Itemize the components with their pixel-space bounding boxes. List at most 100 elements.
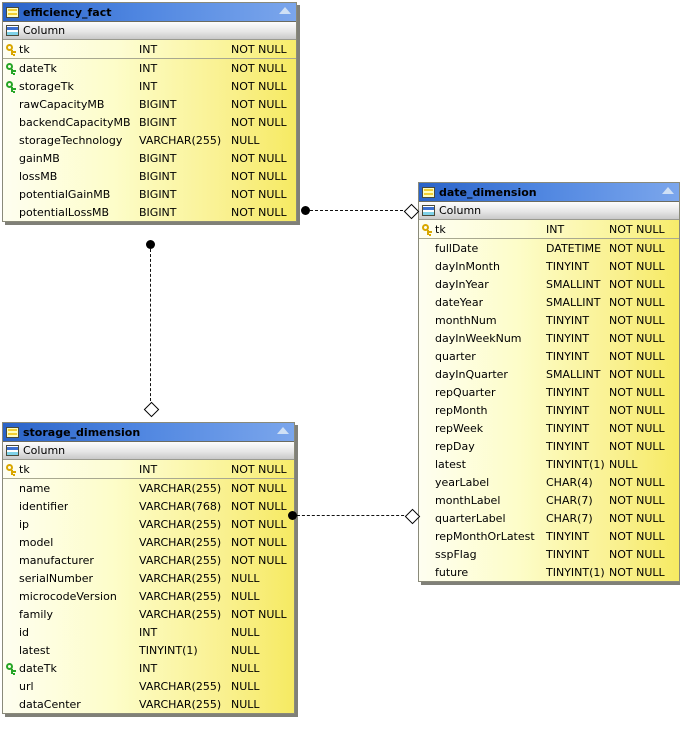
column-row[interactable]: repWeek TINYINT NOT NULL	[419, 419, 679, 437]
column-name: sspFlag	[435, 547, 477, 561]
column-name: dateYear	[435, 295, 484, 309]
column-row[interactable]: dayInWeekNum TINYINT NOT NULL	[419, 329, 679, 347]
primary-key-icon	[421, 223, 433, 236]
column-row[interactable]: gainMB BIGINT NOT NULL	[3, 149, 296, 167]
column-name: quarter	[435, 349, 476, 363]
column-row[interactable]: sspFlag TINYINT NOT NULL	[419, 545, 679, 563]
column-row[interactable]: dayInYear SMALLINT NOT NULL	[419, 275, 679, 293]
column-type: DATETIME	[546, 241, 602, 255]
column-section-header[interactable]: Column	[3, 442, 294, 460]
column-row[interactable]: future TINYINT(1) NOT NULL	[419, 563, 679, 581]
table-title-bar[interactable]: storage_dimension	[3, 423, 294, 442]
column-row[interactable]: name VARCHAR(255) NOT NULL	[3, 479, 294, 497]
column-row[interactable]: id INT NULL	[3, 623, 294, 641]
table-title-bar[interactable]: efficiency_fact	[3, 3, 296, 22]
column-row[interactable]: storageTk INT NOT NULL	[3, 77, 296, 95]
column-name: future	[435, 565, 469, 579]
column-row[interactable]: repMonth TINYINT NOT NULL	[419, 401, 679, 419]
column-row[interactable]: potentialGainMB BIGINT NOT NULL	[3, 185, 296, 203]
column-row[interactable]: latest TINYINT(1) NULL	[3, 641, 294, 659]
column-key-slot	[3, 43, 19, 56]
column-nullable: NOT NULL	[609, 331, 665, 345]
column-section-header[interactable]: Column	[419, 202, 679, 220]
column-row[interactable]: manufacturer VARCHAR(255) NOT NULL	[3, 551, 294, 569]
column-nullable: NOT NULL	[231, 97, 287, 111]
column-icon	[6, 25, 19, 36]
column-row[interactable]: lossMB BIGINT NOT NULL	[3, 167, 296, 185]
column-nullable: NOT NULL	[231, 553, 287, 567]
column-row[interactable]: repQuarter TINYINT NOT NULL	[419, 383, 679, 401]
column-type: TINYINT	[546, 259, 590, 273]
column-row[interactable]: latest TINYINT(1) NULL	[419, 455, 679, 473]
column-row[interactable]: dateTk INT NULL	[3, 659, 294, 677]
relationship-target-marker	[403, 203, 420, 220]
column-type: TINYINT	[546, 547, 590, 561]
column-row[interactable]: tk INT NOT NULL	[419, 220, 679, 239]
column-row[interactable]: dataCenter VARCHAR(255) NULL	[3, 695, 294, 713]
column-name: potentialLossMB	[19, 205, 110, 219]
column-nullable: NULL	[231, 697, 260, 711]
column-row[interactable]: url VARCHAR(255) NULL	[3, 677, 294, 695]
column-nullable: NULL	[231, 571, 260, 585]
table-storage_dimension[interactable]: storage_dimension Column tk INT NOT NULL name…	[2, 422, 295, 714]
column-row[interactable]: model VARCHAR(255) NOT NULL	[3, 533, 294, 551]
table-efficiency_fact[interactable]: efficiency_fact Column tk INT NOT NULL dateTk…	[2, 2, 297, 222]
relationship-source-marker	[301, 206, 310, 215]
column-row[interactable]: quarter TINYINT NOT NULL	[419, 347, 679, 365]
column-type: INT	[139, 462, 158, 476]
relationship-efficiency_fact-to-date_dimension[interactable]	[301, 203, 420, 220]
column-type: BIGINT	[139, 115, 177, 129]
column-row[interactable]: repDay TINYINT NOT NULL	[419, 437, 679, 455]
column-row[interactable]: quarterLabel CHAR(7) NOT NULL	[419, 509, 679, 527]
relationship-storage_dimension-to-date_dimension[interactable]	[288, 508, 421, 525]
column-row[interactable]: monthNum TINYINT NOT NULL	[419, 311, 679, 329]
column-row[interactable]: serialNumber VARCHAR(255) NULL	[3, 569, 294, 587]
column-name: family	[19, 607, 53, 621]
table-name-label: efficiency_fact	[23, 5, 112, 19]
table-name-label: storage_dimension	[23, 425, 141, 439]
column-row[interactable]: dayInQuarter SMALLINT NOT NULL	[419, 365, 679, 383]
column-name: repMonthOrLatest	[435, 529, 535, 543]
column-row[interactable]: rawCapacityMB BIGINT NOT NULL	[3, 95, 296, 113]
column-nullable: NOT NULL	[231, 61, 287, 75]
column-row[interactable]: yearLabel CHAR(4) NOT NULL	[419, 473, 679, 491]
column-row[interactable]: monthLabel CHAR(7) NOT NULL	[419, 491, 679, 509]
column-name: monthNum	[435, 313, 497, 327]
column-name: id	[19, 625, 30, 639]
column-nullable: NULL	[231, 661, 260, 675]
column-row[interactable]: dateTk INT NOT NULL	[3, 59, 296, 77]
column-row[interactable]: storageTechnology VARCHAR(255) NULL	[3, 131, 296, 149]
column-list: tk INT NOT NULL name VARCHAR(255) NOT NULL ide…	[3, 460, 294, 713]
column-row[interactable]: family VARCHAR(255) NOT NULL	[3, 605, 294, 623]
column-type: CHAR(7)	[546, 511, 593, 525]
column-row[interactable]: potentialLossMB BIGINT NOT NULL	[3, 203, 296, 221]
column-nullable: NOT NULL	[609, 493, 665, 507]
column-name: repMonth	[435, 403, 488, 417]
column-type: VARCHAR(255)	[139, 607, 222, 621]
column-type: VARCHAR(255)	[139, 517, 222, 531]
collapse-triangle-icon[interactable]	[662, 187, 674, 194]
column-icon	[422, 205, 435, 216]
column-row[interactable]: tk INT NOT NULL	[3, 40, 296, 59]
collapse-triangle-icon[interactable]	[277, 427, 289, 434]
relationship-efficiency_fact-to-storage_dimension[interactable]	[143, 240, 160, 418]
column-row[interactable]: tk INT NOT NULL	[3, 460, 294, 479]
column-icon	[6, 445, 19, 456]
collapse-triangle-icon[interactable]	[279, 7, 291, 14]
column-row[interactable]: backendCapacityMB BIGINT NOT NULL	[3, 113, 296, 131]
column-nullable: NULL	[231, 133, 260, 147]
column-row[interactable]: fullDate DATETIME NOT NULL	[419, 239, 679, 257]
column-section-header[interactable]: Column	[3, 22, 296, 40]
column-row[interactable]: ip VARCHAR(255) NOT NULL	[3, 515, 294, 533]
column-row[interactable]: dateYear SMALLINT NOT NULL	[419, 293, 679, 311]
column-type: BIGINT	[139, 97, 177, 111]
table-title-bar[interactable]: date_dimension	[419, 183, 679, 202]
column-name: repWeek	[435, 421, 484, 435]
column-row[interactable]: microcodeVersion VARCHAR(255) NULL	[3, 587, 294, 605]
column-nullable: NOT NULL	[231, 462, 287, 476]
table-date_dimension[interactable]: date_dimension Column tk INT NOT NULL fullDat…	[418, 182, 680, 582]
column-row[interactable]: repMonthOrLatest TINYINT NOT NULL	[419, 527, 679, 545]
column-row[interactable]: dayInMonth TINYINT NOT NULL	[419, 257, 679, 275]
column-row[interactable]: identifier VARCHAR(768) NOT NULL	[3, 497, 294, 515]
column-name: yearLabel	[435, 475, 490, 489]
